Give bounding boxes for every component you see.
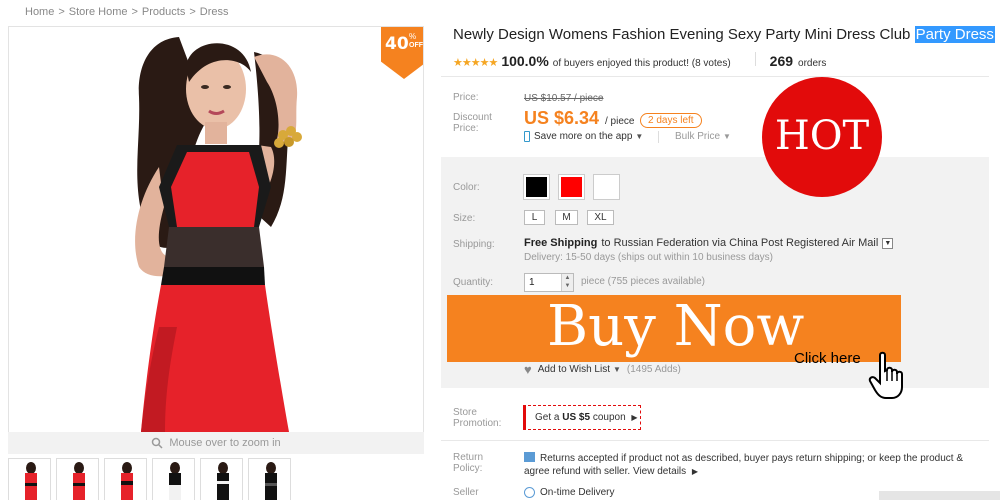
- quantity-available: piece (755 pieces available): [581, 276, 705, 287]
- discount-price: US $6.34: [524, 108, 600, 128]
- orders-label: orders: [798, 58, 827, 69]
- breadcrumb-separator: >: [189, 6, 196, 18]
- original-price: US $10.57 / piece: [524, 93, 604, 104]
- shipping-label: Shipping:: [453, 239, 495, 250]
- divider: [658, 131, 659, 143]
- divider: [754, 52, 756, 66]
- hot-badge: HOT: [762, 77, 882, 197]
- wishlist-adds-count: (1495 Adds): [626, 364, 681, 375]
- save-on-app-dropdown[interactable]: Save more on the app ▼: [524, 131, 643, 142]
- size-option-l[interactable]: L: [524, 210, 545, 225]
- view-details-link[interactable]: View details: [633, 466, 686, 477]
- caret-down-icon: ▼: [723, 132, 731, 141]
- return-policy-label: Return Policy:: [453, 452, 484, 474]
- thumbnail[interactable]: [104, 458, 147, 500]
- store-promotion-label: Store Promotion:: [453, 407, 502, 429]
- breadcrumb-products[interactable]: Products: [142, 6, 185, 18]
- breadcrumb-dress[interactable]: Dress: [200, 6, 229, 18]
- thumbnail[interactable]: [152, 458, 195, 500]
- buy-now-label: Buy Now: [547, 294, 805, 359]
- product-title: Newly Design Womens Fashion Evening Sexy…: [453, 26, 995, 43]
- thumbnail[interactable]: [8, 458, 51, 500]
- caret-down-icon: ▼: [635, 132, 644, 141]
- scroll-indicator: [879, 491, 1000, 500]
- orders-count: 269: [769, 53, 794, 69]
- product-title-highlight: Party Dress: [914, 26, 995, 43]
- return-policy-text: Returns accepted if product not as descr…: [524, 452, 990, 478]
- breadcrumb-separator: >: [58, 6, 65, 18]
- coupon-amount: US $5: [562, 412, 591, 423]
- thumbnail[interactable]: [248, 458, 291, 500]
- divider: [441, 76, 989, 77]
- free-shipping: Free Shipping: [524, 237, 598, 249]
- zoom-hint: Mouse over to zoom in: [8, 432, 424, 454]
- product-main-image[interactable]: 40 % OFF: [8, 26, 424, 454]
- days-left-badge: 2 days left: [640, 113, 702, 128]
- breadcrumb-store-home[interactable]: Store Home: [69, 6, 128, 18]
- discount-percent-sign: %: [409, 32, 417, 41]
- seller-label: Seller: [453, 487, 479, 498]
- thumbnail-strip: [8, 458, 291, 500]
- on-time-delivery: On-time Delivery: [524, 487, 614, 498]
- color-swatch-black[interactable]: [523, 174, 550, 200]
- thumbnail[interactable]: [56, 458, 99, 500]
- delivery-estimate: Delivery: 15-50 days (ships out within 1…: [524, 252, 774, 263]
- coupon-prefix: Get a: [535, 412, 563, 423]
- add-to-wishlist[interactable]: ♥ Add to Wish List ▼ (1495 Adds): [524, 362, 681, 377]
- discount-badge: 40 % OFF: [381, 27, 423, 79]
- shipping-destination: to Russian Federation via China Post Reg…: [601, 237, 879, 249]
- price-unit: / piece: [605, 116, 635, 127]
- hot-label: HOT: [774, 113, 870, 159]
- price-label: Price:: [453, 92, 479, 103]
- thumbnail[interactable]: [200, 458, 243, 500]
- save-app-label: Save more on the app: [534, 131, 633, 142]
- size-label: Size:: [453, 213, 476, 224]
- zoom-hint-text: Mouse over to zoom in: [169, 437, 281, 449]
- size-option-m[interactable]: M: [555, 210, 578, 225]
- breadcrumb: Home > Store Home > Products > Dress: [25, 6, 229, 18]
- magnifier-icon: [152, 437, 163, 449]
- bulk-price-dropdown[interactable]: Bulk Price ▼: [675, 131, 731, 142]
- phone-icon: [524, 131, 530, 142]
- discount-percent: 40: [385, 34, 409, 54]
- breadcrumb-separator: >: [131, 6, 138, 18]
- caret-right-icon: ▶: [631, 413, 638, 422]
- on-time-delivery-text: On-time Delivery: [540, 487, 615, 498]
- divider: [441, 440, 989, 441]
- rating-stars-icon: ★★★★★: [453, 57, 498, 69]
- size-option-xl[interactable]: XL: [587, 210, 614, 225]
- rating-text[interactable]: of buyers enjoyed this product! (8 votes…: [553, 58, 731, 69]
- product-title-text: Newly Design Womens Fashion Evening Sexy…: [453, 26, 915, 43]
- discount-off-label: OFF: [409, 42, 423, 49]
- wishlist-label: Add to Wish List: [537, 364, 610, 375]
- model-photo: [135, 37, 302, 432]
- clock-icon: [524, 487, 535, 498]
- shipping-dropdown-icon[interactable]: ▼: [882, 237, 894, 249]
- color-swatch-red[interactable]: [558, 174, 585, 200]
- discount-price-label: Discount Price:: [453, 112, 492, 134]
- rating-percent: 100.0%: [501, 53, 549, 69]
- quantity-value[interactable]: 1: [529, 277, 535, 288]
- return-policy-description: Returns accepted if product not as descr…: [524, 453, 964, 477]
- bulk-price-label: Bulk Price: [675, 131, 721, 142]
- color-swatch-white[interactable]: [593, 174, 620, 200]
- hand-pointer-icon: [868, 351, 903, 399]
- rating-row: ★★★★★ 100.0% of buyers enjoyed this prod…: [453, 52, 826, 69]
- quantity-stepper[interactable]: 1 ▲ ▼: [524, 273, 574, 292]
- color-label: Color:: [453, 182, 480, 193]
- quantity-label: Quantity:: [453, 277, 494, 288]
- return-icon: [524, 452, 535, 462]
- coupon-suffix: coupon: [590, 412, 626, 423]
- stepper-arrows-icon[interactable]: ▲ ▼: [561, 274, 573, 291]
- heart-icon: ♥: [524, 362, 532, 377]
- click-here-label: Click here: [794, 350, 861, 367]
- shipping-info: Free Shipping to Russian Federation via C…: [524, 237, 894, 249]
- breadcrumb-home[interactable]: Home: [25, 6, 54, 18]
- coupon-button[interactable]: Get a US $5 coupon ▶: [523, 405, 641, 430]
- caret-right-icon: ▶: [691, 467, 699, 476]
- caret-down-icon: ▼: [612, 365, 621, 374]
